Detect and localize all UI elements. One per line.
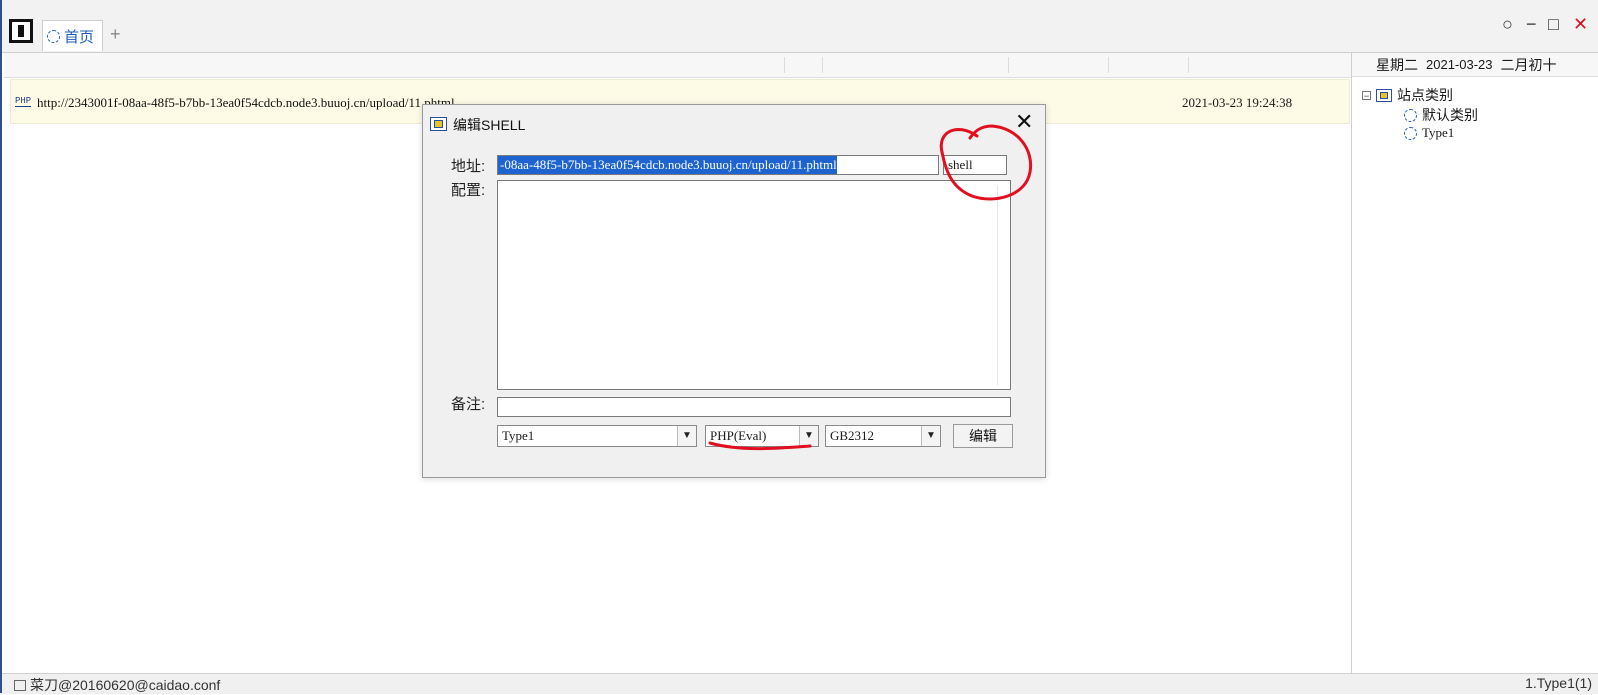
calendar-bar: 星期二 2021-03-23 二月初十: [1352, 53, 1598, 77]
script-type-select-value: PHP(Eval): [710, 428, 767, 443]
tree-item-root[interactable]: − 站点类别: [1362, 85, 1453, 105]
date-label: 2021-03-23: [1426, 57, 1493, 72]
address-input[interactable]: -08aa-48f5-b7bb-13ea0f54cdcb.node3.buuoj…: [497, 155, 939, 175]
dialog-title: 编辑SHELL: [453, 117, 526, 133]
home-tab-icon: [47, 29, 60, 43]
tab-home-label: 首页: [64, 28, 95, 46]
password-input[interactable]: shell: [943, 155, 1007, 175]
edit-shell-dialog: 编辑SHELL ✕ 地址: -08aa-48f5-b7bb-13ea0f54cd…: [422, 104, 1046, 478]
column-divider[interactable]: [822, 57, 823, 73]
category-select-value: Type1: [502, 428, 535, 443]
list-column-header: [4, 53, 1352, 78]
circle-icon[interactable]: ○: [1502, 14, 1513, 35]
chevron-down-icon[interactable]: ▼: [921, 426, 940, 446]
tree-item-label: 默认类别: [1422, 107, 1478, 123]
config-label: 配置:: [451, 182, 486, 199]
column-divider[interactable]: [1008, 57, 1009, 73]
script-type-select[interactable]: PHP(Eval) ▼: [705, 425, 819, 447]
row-timestamp: 2021-03-23 19:24:38: [1182, 95, 1293, 110]
maximize-icon[interactable]: □: [1548, 14, 1559, 35]
note-label: 备注:: [451, 396, 486, 413]
collapse-icon[interactable]: −: [1362, 90, 1371, 100]
dialog-close-icon[interactable]: ✕: [1015, 109, 1033, 135]
note-input[interactable]: [497, 397, 1011, 417]
category-select[interactable]: Type1 ▼: [497, 425, 697, 447]
config-file-icon: [14, 679, 26, 691]
status-count-text: 1.Type1(1): [1525, 675, 1592, 691]
encoding-select[interactable]: GB2312 ▼: [825, 425, 941, 447]
config-textarea[interactable]: [497, 180, 1011, 390]
address-label: 地址:: [451, 158, 486, 175]
php-type-icon: PHP: [15, 96, 32, 107]
tab-bar: 首页 + ○ − □ ✕: [2, 0, 1598, 53]
status-left: 菜刀@20160620@caidao.conf: [14, 675, 220, 695]
category-icon: [1404, 108, 1417, 122]
folder-icon: [1376, 88, 1392, 102]
config-scrollbar[interactable]: [997, 185, 1008, 385]
column-divider[interactable]: [1108, 57, 1109, 73]
app-logo-icon: [9, 19, 33, 43]
dialog-app-icon: [430, 117, 447, 131]
chevron-down-icon[interactable]: ▼: [799, 426, 818, 446]
tree-item-default[interactable]: 默认类别: [1404, 105, 1478, 125]
close-icon[interactable]: ✕: [1573, 14, 1588, 35]
tree-root-label: 站点类别: [1397, 87, 1453, 103]
status-config-text: 菜刀@20160620@caidao.conf: [30, 677, 221, 693]
lunar-date-label: 二月初十: [1500, 56, 1557, 73]
category-panel: 星期二 2021-03-23 二月初十 − 站点类别 默认类别 Type1: [1351, 53, 1598, 673]
status-bar: 菜刀@20160620@caidao.conf 1.Type1(1): [2, 673, 1598, 694]
weekday-label: 星期二: [1376, 56, 1418, 73]
edit-button[interactable]: 编辑: [953, 424, 1013, 448]
chevron-down-icon[interactable]: ▼: [677, 426, 696, 446]
column-divider[interactable]: [1188, 57, 1189, 73]
minimize-icon[interactable]: −: [1526, 14, 1537, 35]
app-window: 首页 + ○ − □ ✕ PHP http://2343001f-08aa-48…: [0, 0, 1598, 694]
tree-item-type1[interactable]: Type1: [1404, 125, 1454, 141]
column-divider[interactable]: [784, 57, 785, 73]
category-icon: [1404, 126, 1417, 140]
encoding-select-value: GB2312: [830, 428, 875, 443]
address-selected-text: -08aa-48f5-b7bb-13ea0f54cdcb.node3.buuoj…: [498, 156, 837, 174]
add-tab-button[interactable]: +: [110, 24, 121, 45]
tab-home[interactable]: 首页: [42, 20, 104, 51]
tree-item-label: Type1: [1422, 125, 1455, 140]
row-url: http://2343001f-08aa-48f5-b7bb-13ea0f54c…: [37, 95, 455, 110]
dialog-titlebar[interactable]: 编辑SHELL ✕: [423, 105, 1045, 141]
